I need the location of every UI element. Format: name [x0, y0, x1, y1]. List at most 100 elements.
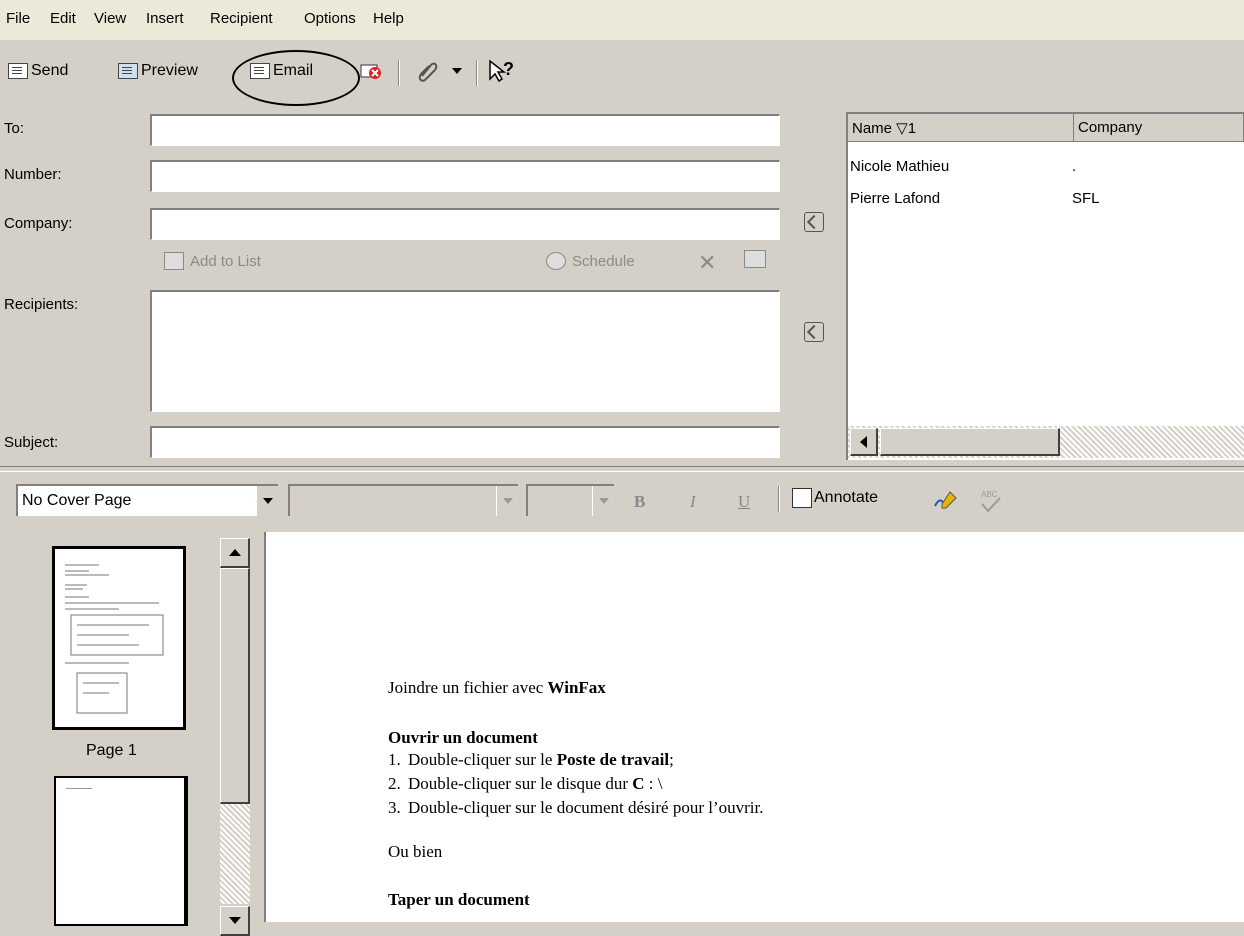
cancel-fax-icon	[360, 64, 381, 79]
paperclip-icon	[418, 62, 438, 82]
annotate-button[interactable]: Annotate	[792, 488, 878, 508]
toolbar: Send Preview Email ?	[0, 46, 1244, 94]
page-preview-line	[66, 788, 92, 789]
page-1-label: Page 1	[86, 742, 137, 759]
step-text: Double-cliquer sur le	[408, 750, 557, 769]
attach-button[interactable]	[416, 58, 438, 84]
recipients-list[interactable]	[150, 290, 780, 412]
contact-name: Nicole Mathieu	[850, 158, 950, 175]
doc-heading: Ouvrir un document	[388, 728, 538, 747]
step-text: Double-cliquer sur le document désiré po…	[408, 798, 764, 817]
to-input[interactable]	[152, 116, 779, 145]
scroll-down-button[interactable]	[220, 906, 250, 936]
contact-company: .	[1072, 158, 1077, 175]
bold-button[interactable]: B	[634, 492, 645, 512]
spellcheck-button[interactable]: ABC	[978, 488, 1004, 518]
doc-step: 2. Double-cliquer sur le disque dur C : \	[388, 774, 662, 794]
schedule-button[interactable]: Schedule	[546, 252, 635, 270]
cover-page-value: No Cover Page	[22, 492, 132, 509]
attach-dropdown[interactable]	[452, 58, 462, 84]
spellcheck-icon: ABC	[981, 490, 1001, 513]
scroll-up-button[interactable]	[220, 538, 250, 568]
toolbar-separator	[398, 60, 400, 86]
page-thumbnail[interactable]	[54, 776, 188, 926]
font-size-dropdown-button[interactable]	[592, 486, 614, 516]
add-to-list-icon	[164, 252, 184, 270]
font-size-select[interactable]	[526, 484, 614, 516]
doc-title: Joindre un fichier avec WinFax	[388, 678, 606, 698]
subject-input[interactable]	[152, 428, 779, 457]
column-header-name[interactable]: Name ▽1	[848, 114, 1074, 142]
horizontal-scrollbar[interactable]	[848, 426, 1244, 458]
to-field[interactable]	[150, 114, 780, 146]
step-number: 1.	[388, 750, 401, 769]
scroll-thumb[interactable]	[880, 428, 1060, 456]
chevron-up-icon	[228, 549, 241, 556]
company-input[interactable]	[152, 210, 779, 239]
contact-list[interactable]: Name ▽1 Company Nicole Mathieu . Pierre …	[846, 112, 1244, 460]
step-text: ;	[669, 750, 674, 769]
email-highlight-circle	[232, 50, 360, 106]
delete-recipient-button[interactable]: ✕	[698, 250, 716, 276]
schedule-label: Schedule	[572, 252, 635, 270]
menu-bar: File Edit View Insert Recipient Options …	[0, 0, 1244, 40]
thumbnail-scrollbar[interactable]	[218, 534, 252, 936]
menu-options[interactable]: Options	[304, 10, 356, 27]
format-separator	[778, 486, 780, 512]
italic-button[interactable]: I	[690, 492, 696, 512]
add-to-list-label: Add to List	[190, 252, 261, 270]
close-icon: ✕	[698, 250, 717, 275]
chevron-down-icon	[452, 68, 462, 74]
doc-step: 3. Double-cliquer sur le document désiré …	[388, 798, 763, 818]
pane-divider[interactable]	[0, 466, 1244, 472]
toolbar-separator	[476, 60, 478, 86]
chevron-down-icon	[262, 498, 273, 504]
step-bold: Poste de travail	[556, 750, 670, 769]
chevron-down-icon	[228, 917, 241, 924]
to-label: To:	[4, 120, 25, 137]
list-item[interactable]: Pierre Lafond SFL	[848, 190, 1244, 216]
subject-label: Subject:	[4, 434, 59, 451]
signature-icon	[934, 491, 957, 509]
list-item[interactable]: Nicole Mathieu .	[848, 158, 1244, 184]
menu-edit[interactable]: Edit	[50, 10, 76, 27]
cancel-fax-button[interactable]	[360, 58, 382, 84]
signature-button[interactable]	[932, 488, 958, 516]
add-to-recipients-arrow[interactable]	[804, 322, 824, 342]
preview-button[interactable]: Preview	[118, 58, 198, 84]
number-input[interactable]	[152, 162, 779, 191]
phonebook-button[interactable]	[744, 250, 772, 268]
contact-name: Pierre Lafond	[850, 190, 941, 207]
company-field[interactable]	[150, 208, 780, 240]
scroll-track[interactable]	[220, 804, 250, 904]
font-dropdown-button[interactable]	[496, 486, 518, 516]
context-help-button[interactable]: ?	[488, 58, 518, 84]
menu-recipient[interactable]: Recipient	[210, 10, 273, 27]
scroll-thumb[interactable]	[220, 568, 250, 804]
page-thumbnail[interactable]	[52, 546, 186, 730]
send-button[interactable]: Send	[8, 58, 68, 84]
menu-insert[interactable]: Insert	[146, 10, 184, 27]
recipients-label: Recipients:	[4, 296, 79, 313]
document-preview[interactable]: Joindre un fichier avec WinFax Ouvrir un…	[264, 532, 1244, 922]
menu-help[interactable]: Help	[373, 10, 404, 27]
doc-step: 1. Double-cliquer sur le Poste de travail…	[388, 750, 674, 770]
page-preview	[65, 564, 164, 714]
underline-button[interactable]: U	[738, 492, 750, 512]
column-header-company[interactable]: Company	[1074, 114, 1244, 142]
menu-view[interactable]: View	[94, 10, 126, 27]
step-text: : \	[644, 774, 663, 793]
add-to-recipients-arrow[interactable]	[804, 212, 824, 232]
preview-label: Preview	[141, 62, 198, 79]
scroll-left-button[interactable]	[850, 428, 878, 456]
company-label: Company:	[4, 215, 73, 232]
number-field[interactable]	[150, 160, 780, 192]
menu-file[interactable]: File	[6, 10, 30, 27]
add-to-list-button[interactable]: Add to List	[164, 252, 261, 270]
doc-title-text: Joindre un fichier avec	[388, 678, 548, 697]
font-select[interactable]	[288, 484, 518, 516]
cover-page-dropdown-button[interactable]	[256, 486, 278, 516]
subject-field[interactable]	[150, 426, 780, 458]
doc-paragraph: Ou bien	[388, 842, 443, 861]
cover-page-select[interactable]: No Cover Page	[16, 484, 278, 516]
